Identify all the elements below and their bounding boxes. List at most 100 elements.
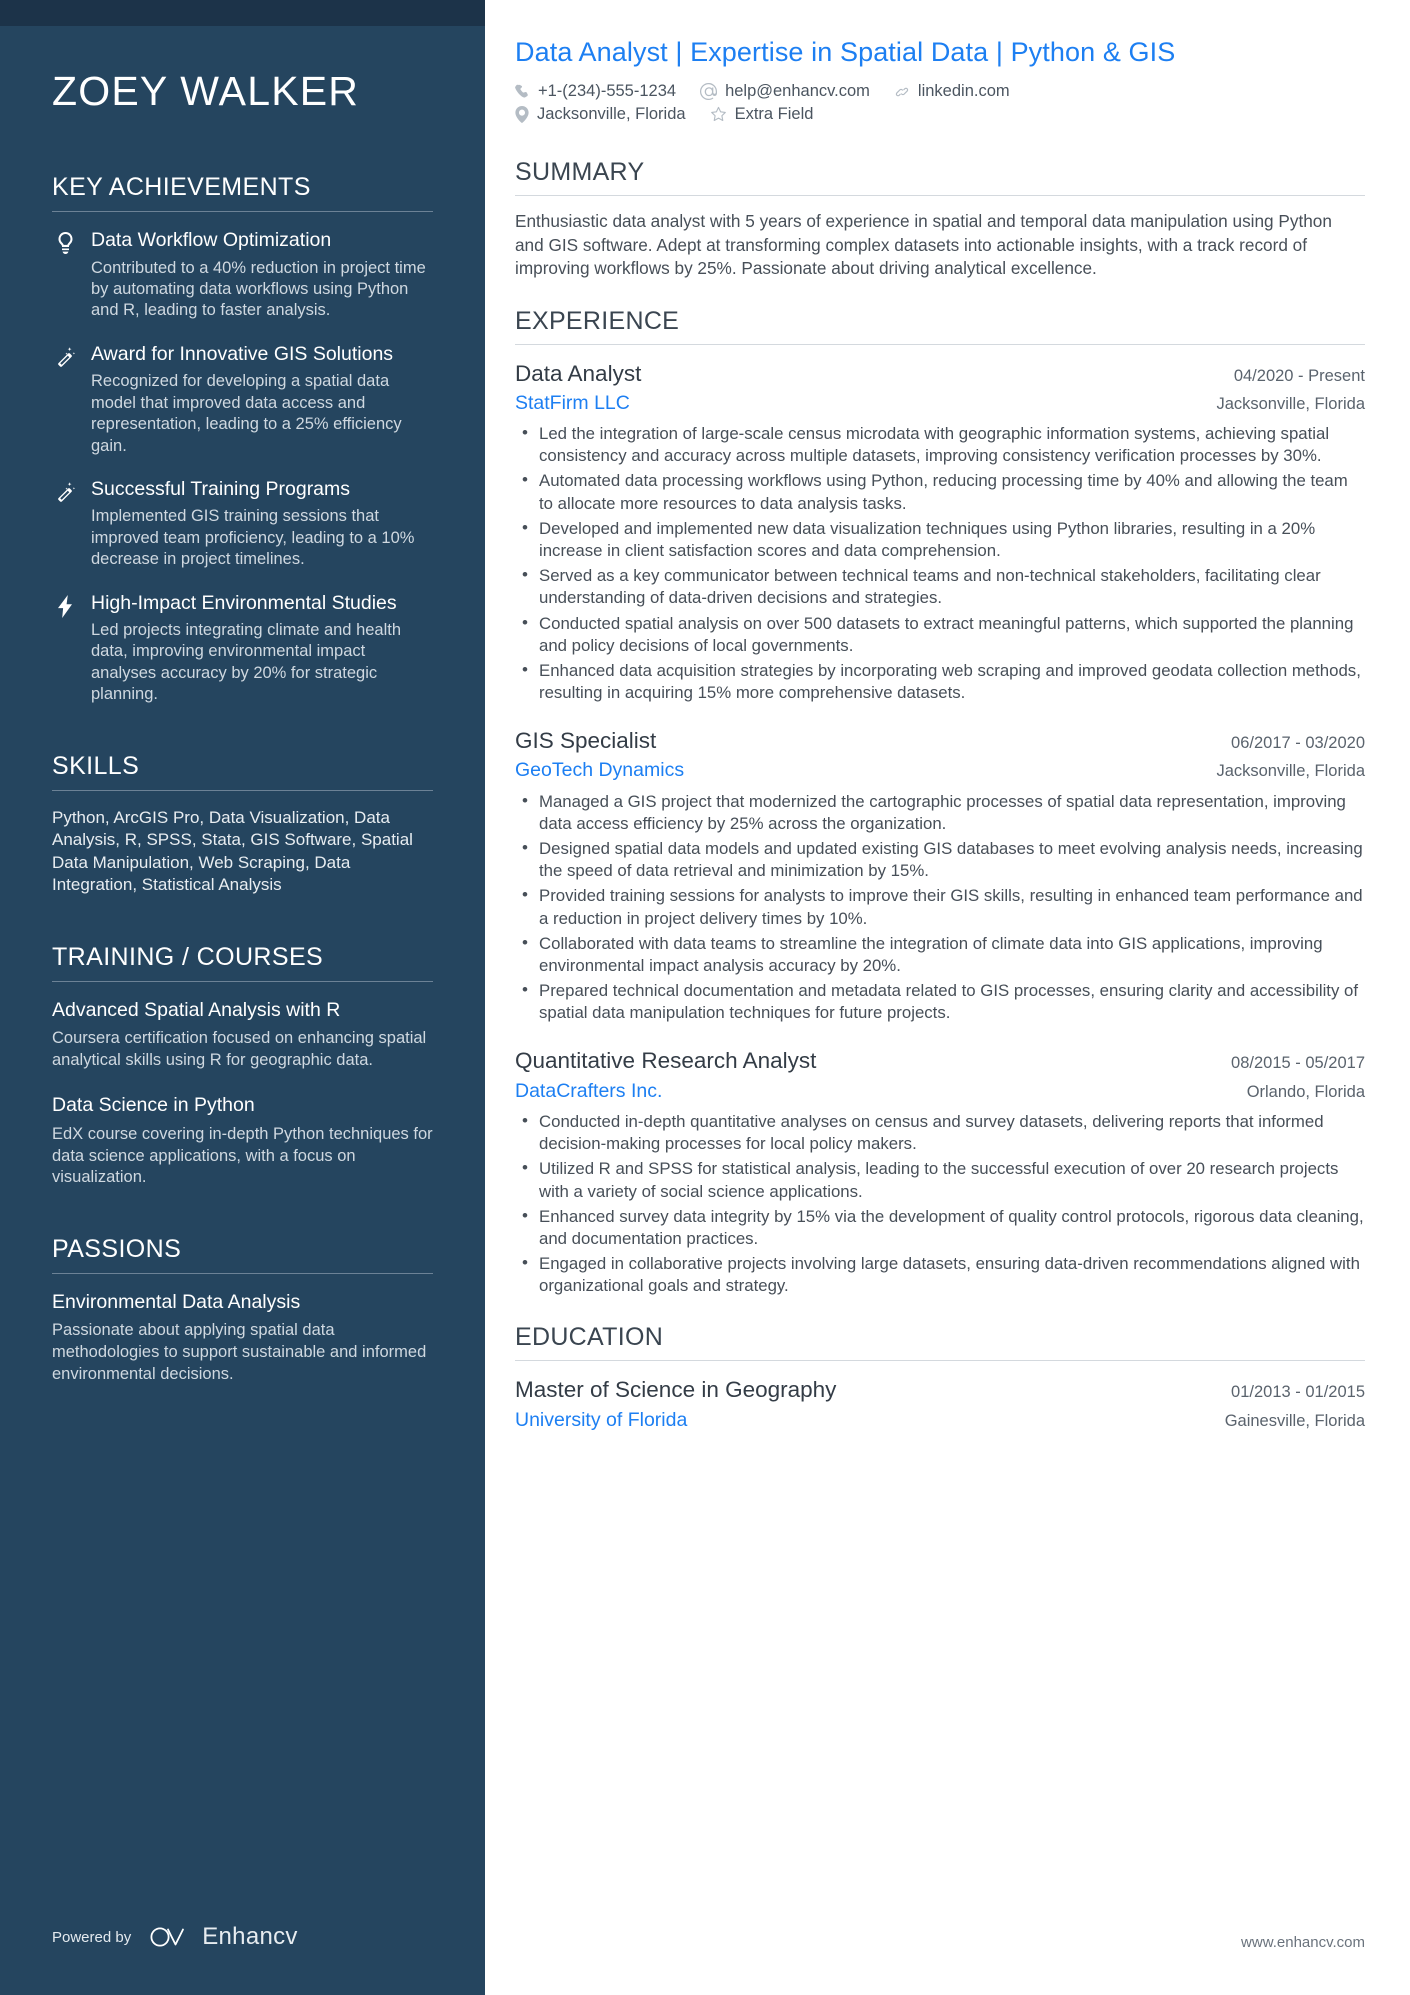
achievement-item: Award for Innovative GIS Solutions Recog… [52, 342, 433, 457]
contact-linkedin[interactable]: linkedin.com [894, 82, 1010, 101]
section-training-courses: TRAINING / COURSES Advanced Spatial Anal… [52, 943, 433, 1190]
achievement-title: Successful Training Programs [91, 477, 351, 500]
job-title: GIS Specialist [515, 728, 657, 754]
achievement-title: Data Workflow Optimization [91, 229, 332, 252]
course-title: Advanced Spatial Analysis with R [52, 998, 341, 1021]
achievement-item: Successful Training Programs Implemented… [52, 477, 433, 571]
extra-field-text: Extra Field [734, 105, 814, 124]
job-company[interactable]: GeoTech Dynamics [515, 757, 684, 783]
phone-text: +1-(234)-555-1234 [538, 82, 677, 101]
course-description: Coursera certification focused on enhanc… [52, 1028, 427, 1069]
job-bullets: Conducted in-depth quantitative analyses… [515, 1110, 1365, 1297]
job-bullet: Developed and implemented new data visua… [515, 517, 1365, 562]
divider [515, 195, 1365, 197]
job-date: 04/2020 - Present [1233, 366, 1365, 385]
job-company[interactable]: StatFirm LLC [515, 390, 630, 416]
job-date: 06/2017 - 03/2020 [1231, 734, 1365, 753]
course-item: Data Science in Python EdX course coveri… [52, 1093, 433, 1189]
job-title: Data Analyst [515, 360, 642, 386]
job-bullet: Automated data processing workflows usin… [515, 469, 1365, 514]
website-footer: www.enhancv.com [1241, 1934, 1365, 1951]
job-bullet: Enhanced data acquisition strategies by … [515, 659, 1365, 704]
location-text: Jacksonville, Florida [537, 105, 686, 124]
section-education: EDUCATION Master of Science in Geography… [515, 1323, 1365, 1433]
job-bullet: Engaged in collaborative projects involv… [515, 1252, 1365, 1297]
candidate-name: ZOEY WALKER [52, 68, 360, 114]
section-skills: SKILLS Python, ArcGIS Pro, Data Visualiz… [52, 752, 433, 897]
training-heading: TRAINING / COURSES [52, 942, 324, 971]
job-bullet: Conducted in-depth quantitative analyses… [515, 1110, 1365, 1155]
job-bullet: Led the integration of large-scale censu… [515, 422, 1365, 467]
divider [52, 789, 433, 791]
job-bullets: Led the integration of large-scale censu… [515, 422, 1365, 704]
course-description: EdX course covering in-depth Python tech… [52, 1124, 433, 1187]
degree-date: 01/2013 - 01/2015 [1231, 1383, 1365, 1402]
job-bullet: Designed spatial data models and updated… [515, 837, 1365, 882]
achievement-title: Award for Innovative GIS Solutions [91, 342, 394, 365]
achievement-item: High-Impact Environmental Studies Led pr… [52, 591, 433, 706]
job-bullet: Served as a key communicator between tec… [515, 564, 1365, 609]
achievement-description: Contributed to a 40% reduction in projec… [91, 258, 426, 320]
powered-by-block: Powered by Enhancv [52, 1923, 298, 1951]
contact-row-primary: +1-(234)-555-1234 help@enhancv.com linke… [515, 82, 1365, 101]
job-company[interactable]: DataCrafters Inc. [515, 1078, 662, 1104]
job-bullets: Managed a GIS project that modernized th… [515, 790, 1365, 1025]
summary-heading: SUMMARY [515, 158, 645, 187]
experience-item: Data Analyst 04/2020 - Present StatFirm … [515, 359, 1365, 705]
course-title: Data Science in Python [52, 1094, 255, 1117]
contact-phone[interactable]: +1-(234)-555-1234 [515, 82, 676, 101]
school-location: Gainesville, Florida [1224, 1411, 1365, 1430]
job-location: Jacksonville, Florida [1216, 762, 1365, 781]
enhancv-logo: Enhancv [149, 1923, 298, 1951]
course-item: Advanced Spatial Analysis with R Courser… [52, 998, 433, 1072]
enhancv-brand-text: Enhancv [202, 1923, 298, 1950]
job-title: Quantitative Research Analyst [515, 1048, 817, 1074]
achievement-description: Led projects integrating climate and hea… [91, 621, 402, 704]
achievement-item: Data Workflow Optimization Contributed t… [52, 228, 433, 322]
lightbulb-icon [52, 228, 78, 255]
experience-item: GIS Specialist 06/2017 - 03/2020 GeoTech… [515, 726, 1365, 1024]
divider [52, 211, 433, 213]
location-pin-icon [515, 106, 529, 124]
passion-description: Passionate about applying spatial data m… [52, 1321, 427, 1383]
school-name[interactable]: University of Florida [515, 1407, 687, 1433]
achievement-description: Implemented GIS training sessions that i… [91, 507, 415, 569]
star-outline-icon [710, 106, 727, 123]
skills-heading: SKILLS [52, 751, 140, 780]
section-passions: PASSIONS Environmental Data Analysis Pas… [52, 1235, 433, 1386]
job-bullet: Provided training sessions for analysts … [515, 884, 1365, 929]
magic-wand-icon [52, 477, 78, 502]
achievement-title: High-Impact Environmental Studies [91, 591, 397, 614]
divider [52, 980, 433, 982]
email-text: help@enhancv.com [725, 82, 870, 101]
link-icon [894, 84, 910, 100]
summary-text: Enthusiastic data analyst with 5 years o… [515, 211, 1332, 279]
passions-heading: PASSIONS [52, 1235, 182, 1264]
passion-title: Environmental Data Analysis [52, 1291, 301, 1314]
education-item: Master of Science in Geography 01/2013 -… [515, 1375, 1365, 1433]
job-bullet: Prepared technical documentation and met… [515, 979, 1365, 1024]
divider [515, 343, 1365, 345]
divider [52, 1273, 433, 1275]
section-summary: SUMMARY Enthusiastic data analyst with 5… [515, 158, 1365, 280]
experience-heading: EXPERIENCE [515, 306, 680, 335]
job-bullet: Utilized R and SPSS for statistical anal… [515, 1157, 1365, 1202]
job-location: Jacksonville, Florida [1216, 394, 1365, 413]
job-bullet: Managed a GIS project that modernized th… [515, 790, 1365, 835]
enhancv-logo-icon [149, 1925, 193, 1949]
education-heading: EDUCATION [515, 1323, 664, 1352]
headline: Data Analyst | Expertise in Spatial Data… [515, 37, 1176, 67]
experience-item: Quantitative Research Analyst 08/2015 - … [515, 1046, 1365, 1297]
powered-by-label: Powered by [52, 1928, 132, 1946]
contact-row-secondary: Jacksonville, Florida Extra Field [515, 105, 1365, 124]
resume-page: ZOEY WALKER KEY ACHIEVEMENTS Data Workfl… [0, 0, 1410, 1995]
contact-info: +1-(234)-555-1234 help@enhancv.com linke… [515, 82, 1365, 124]
divider [515, 1360, 1365, 1362]
main-content: Data Analyst | Expertise in Spatial Data… [485, 0, 1410, 1995]
at-email-icon [700, 83, 718, 101]
passion-item: Environmental Data Analysis Passionate a… [52, 1290, 433, 1386]
job-date: 08/2015 - 05/2017 [1231, 1054, 1365, 1073]
job-bullet: Collaborated with data teams to streamli… [515, 932, 1365, 977]
contact-email[interactable]: help@enhancv.com [700, 82, 870, 101]
sidebar: ZOEY WALKER KEY ACHIEVEMENTS Data Workfl… [0, 0, 485, 1995]
